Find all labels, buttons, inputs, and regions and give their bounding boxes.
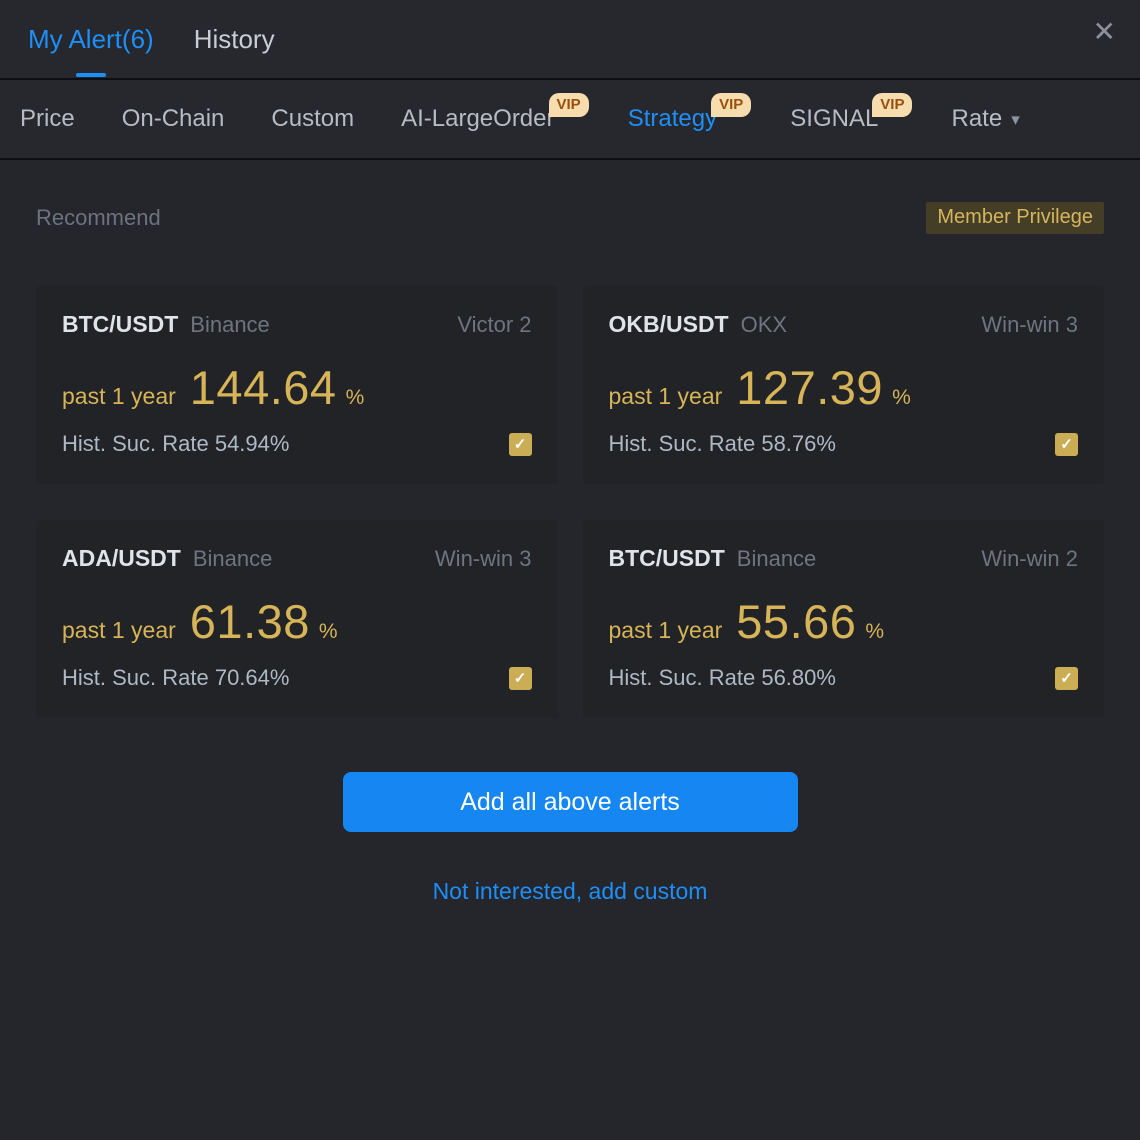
alert-modal: My Alert(6) History ✕ Price On-Chain Cus… bbox=[0, 0, 1140, 1140]
active-tab-underline bbox=[76, 73, 106, 77]
card-checkbox[interactable]: ✓ bbox=[509, 433, 532, 456]
strategy-card: OKB/USDT OKX Win-win 3 past 1 year 127.3… bbox=[583, 286, 1105, 484]
hist-success-rate: Hist. Suc. Rate 54.94% bbox=[62, 431, 289, 457]
nav-item-price-label: Price bbox=[20, 105, 75, 133]
strategy-card: BTC/USDT Binance Victor 2 past 1 year 14… bbox=[36, 286, 558, 484]
nav-item-signal-label: SIGNAL bbox=[790, 105, 878, 133]
card-checkbox[interactable]: ✓ bbox=[1055, 667, 1078, 690]
card-checkbox[interactable]: ✓ bbox=[509, 667, 532, 690]
exchange-label: Binance bbox=[190, 312, 270, 338]
strategy-name: Victor 2 bbox=[457, 312, 531, 338]
nav-item-on-chain-label: On-Chain bbox=[122, 105, 225, 133]
percent-sign: % bbox=[319, 620, 338, 644]
pair-label: BTC/USDT bbox=[609, 545, 725, 572]
exchange-label: Binance bbox=[193, 546, 273, 572]
chevron-down-icon: ▾ bbox=[1011, 110, 1020, 130]
modal-header: My Alert(6) History ✕ bbox=[0, 0, 1140, 80]
nav-item-strategy-label: Strategy bbox=[628, 105, 717, 133]
pair-label: OKB/USDT bbox=[609, 311, 729, 338]
strategy-name: Win-win 2 bbox=[981, 546, 1078, 572]
period-label: past 1 year bbox=[609, 617, 723, 644]
nav-item-signal[interactable]: SIGNAL VIP bbox=[790, 105, 904, 133]
not-interested-link[interactable]: Not interested, add custom bbox=[0, 878, 1140, 905]
vip-badge: VIP bbox=[711, 93, 751, 117]
card-checkbox[interactable]: ✓ bbox=[1055, 433, 1078, 456]
recommend-label: Recommend bbox=[36, 205, 161, 231]
return-value: 127.39 bbox=[736, 360, 883, 415]
alert-type-nav: Price On-Chain Custom AI-LargeOrder VIP … bbox=[0, 80, 1140, 160]
percent-sign: % bbox=[892, 386, 911, 410]
vip-badge: VIP bbox=[549, 93, 589, 117]
exchange-label: OKX bbox=[741, 312, 787, 338]
nav-item-strategy[interactable]: Strategy VIP bbox=[628, 105, 744, 133]
recommend-card-grid: BTC/USDT Binance Victor 2 past 1 year 14… bbox=[36, 286, 1104, 718]
tab-my-alert-label: My Alert(6) bbox=[28, 24, 154, 55]
nav-item-custom-label: Custom bbox=[271, 105, 354, 133]
tab-history[interactable]: History bbox=[194, 0, 275, 79]
pair-label: BTC/USDT bbox=[62, 311, 178, 338]
add-all-alerts-button[interactable]: Add all above alerts bbox=[343, 772, 798, 832]
strategy-name: Win-win 3 bbox=[435, 546, 532, 572]
period-label: past 1 year bbox=[62, 383, 176, 410]
member-privilege-badge[interactable]: Member Privilege bbox=[926, 202, 1104, 234]
nav-item-on-chain[interactable]: On-Chain bbox=[122, 105, 225, 133]
strategy-name: Win-win 3 bbox=[981, 312, 1078, 338]
hist-success-rate: Hist. Suc. Rate 56.80% bbox=[609, 665, 836, 691]
nav-item-rate[interactable]: Rate ▾ bbox=[951, 105, 1019, 133]
nav-item-custom[interactable]: Custom bbox=[271, 105, 354, 133]
exchange-label: Binance bbox=[737, 546, 817, 572]
hist-success-rate: Hist. Suc. Rate 70.64% bbox=[62, 665, 289, 691]
period-label: past 1 year bbox=[62, 617, 176, 644]
percent-sign: % bbox=[865, 620, 884, 644]
return-value: 61.38 bbox=[190, 594, 310, 649]
hist-success-rate: Hist. Suc. Rate 58.76% bbox=[609, 431, 836, 457]
period-label: past 1 year bbox=[609, 383, 723, 410]
vip-badge: VIP bbox=[872, 93, 912, 117]
nav-item-price[interactable]: Price bbox=[20, 105, 75, 133]
return-value: 144.64 bbox=[190, 360, 337, 415]
nav-item-ai-largeorder[interactable]: AI-LargeOrder VIP bbox=[401, 105, 581, 133]
tab-my-alert[interactable]: My Alert(6) bbox=[28, 0, 154, 79]
tab-history-label: History bbox=[194, 24, 275, 55]
pair-label: ADA/USDT bbox=[62, 545, 181, 572]
return-value: 55.66 bbox=[736, 594, 856, 649]
nav-item-ai-largeorder-label: AI-LargeOrder bbox=[401, 105, 554, 133]
nav-item-rate-label: Rate bbox=[951, 105, 1002, 133]
close-icon[interactable]: ✕ bbox=[1093, 18, 1116, 46]
percent-sign: % bbox=[346, 386, 365, 410]
recommend-row: Recommend Member Privilege bbox=[36, 202, 1104, 234]
strategy-card: ADA/USDT Binance Win-win 3 past 1 year 6… bbox=[36, 520, 558, 718]
strategy-card: BTC/USDT Binance Win-win 2 past 1 year 5… bbox=[583, 520, 1105, 718]
